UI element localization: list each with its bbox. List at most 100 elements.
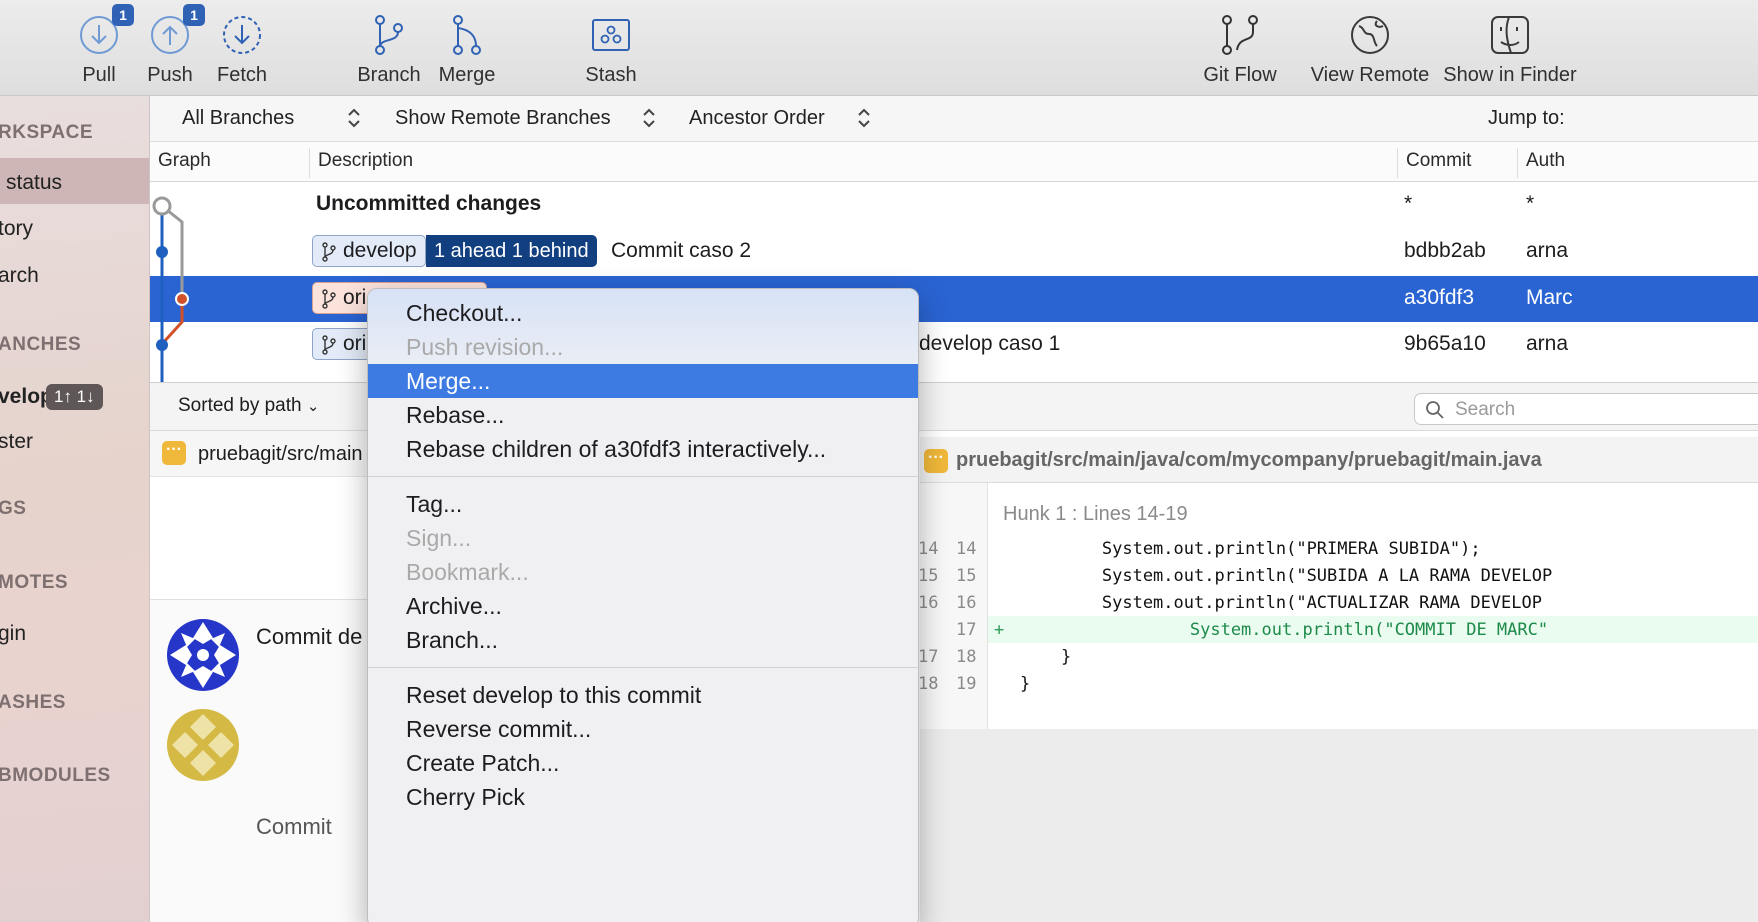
menu-separator	[368, 476, 918, 477]
stash-button[interactable]: Stash	[556, 8, 666, 92]
old-line-number: 14	[918, 539, 939, 559]
avatar	[167, 619, 239, 691]
menu-item-archive[interactable]: Archive...	[368, 589, 918, 623]
remote-branches-select[interactable]: Show Remote Branches	[395, 107, 611, 130]
column-commit[interactable]: Commit	[1406, 150, 1471, 172]
new-line-number: 16	[956, 593, 977, 613]
commit-author: arna	[1526, 239, 1569, 262]
stash-icon	[592, 19, 630, 51]
added-sign: +	[994, 620, 1005, 640]
branch-tag-label: ori	[343, 286, 367, 309]
merge-icon	[453, 15, 481, 55]
menu-item-rebase[interactable]: Rebase...	[368, 398, 918, 432]
commit-hash: bdbb2ab	[1404, 239, 1486, 262]
show-in-finder-button[interactable]: Show in Finder	[1430, 8, 1590, 92]
column-description[interactable]: Description	[318, 150, 413, 172]
commit-description: develop caso 1	[919, 332, 1061, 355]
sidebar-header-submodules: BMODULES	[0, 765, 111, 786]
column-divider	[1397, 148, 1398, 178]
menu-item-branch[interactable]: Branch...	[368, 623, 918, 657]
chevron-down-icon: ⌄	[306, 398, 320, 415]
git-flow-button[interactable]: Git Flow	[1185, 8, 1295, 92]
file-list-item[interactable]: ··· pruebagit/src/main	[150, 431, 380, 477]
menu-item-push-revision: Push revision...	[406, 334, 564, 360]
sort-by-path-select[interactable]: Sorted by path ⌄	[178, 395, 319, 417]
menu-item-create-patch[interactable]: Create Patch...	[368, 746, 918, 780]
search-placeholder: Search	[1455, 399, 1516, 420]
show-in-finder-label: Show in Finder	[1443, 64, 1577, 86]
menu-separator	[368, 667, 918, 668]
merge-button[interactable]: Merge	[412, 8, 522, 92]
new-line-number: 15	[956, 566, 977, 586]
sidebar-header-branches: ANCHES	[0, 334, 82, 355]
branch-icon	[322, 242, 336, 262]
column-author[interactable]: Auth	[1526, 150, 1565, 172]
commit-label: Commit	[256, 814, 332, 839]
code-line: System.out.println("SUBIDA A LA RAMA DEV…	[1020, 566, 1553, 586]
commit-row[interactable]: develop 1 ahead 1 behind Commit caso 2 b…	[150, 229, 1758, 275]
sidebar-header-remotes: MOTES	[0, 572, 69, 593]
diff-file-path: pruebagit/src/main/java/com/mycompany/pr…	[956, 449, 1542, 471]
branch-tag-label: develop	[343, 239, 417, 262]
commit-list-header: Graph Description Commit Auth	[150, 142, 1758, 182]
menu-item-rebase-children[interactable]: Rebase children of a30fdf3 interactively…	[368, 432, 918, 466]
code-line: }	[1020, 647, 1072, 667]
develop-ahead-behind-badge: 1↑ 1↓	[46, 384, 103, 410]
menu-item-bookmark: Bookmark...	[406, 559, 529, 585]
sidebar-item-search[interactable]: arch	[0, 264, 39, 288]
sidebar: RKSPACE status tory arch ANCHES velop 1↑…	[0, 96, 150, 922]
git-flow-icon	[1222, 15, 1258, 55]
order-select[interactable]: Ancestor Order	[689, 107, 825, 130]
jump-to-label[interactable]: Jump to:	[1488, 107, 1565, 130]
commit-description: Uncommitted changes	[316, 192, 542, 215]
code-line: System.out.println("PRIMERA SUBIDA");	[1020, 539, 1481, 559]
fetch-button[interactable]: Fetch	[187, 8, 297, 92]
branch-icon	[322, 289, 336, 309]
sidebar-item-status[interactable]: status	[6, 171, 62, 195]
new-line-number: 18	[956, 647, 977, 667]
branches-filter-select[interactable]: All Branches	[182, 107, 294, 130]
merge-label: Merge	[438, 64, 496, 86]
old-line-number: 17	[918, 647, 939, 667]
diff-view: Hunk 1 : Lines 14-19 14 14 System.out.pr…	[918, 483, 1758, 729]
menu-item-checkout[interactable]: Checkout...	[368, 296, 918, 330]
old-line-number: 15	[918, 566, 939, 586]
commit-details: Commit de Commit	[150, 599, 380, 922]
column-graph[interactable]: Graph	[158, 150, 211, 172]
sidebar-item-develop[interactable]: velop	[0, 385, 53, 409]
sort-label: Sorted by path	[178, 395, 302, 416]
commit-hash: *	[1404, 192, 1413, 215]
file-search-input[interactable]: Search	[1414, 393, 1758, 425]
stash-label: Stash	[585, 64, 637, 86]
code-line-added: System.out.println("COMMIT DE MARC"	[1108, 620, 1549, 640]
branch-tag-develop[interactable]: develop	[312, 235, 426, 267]
commit-row[interactable]: Uncommitted changes * *	[150, 182, 1758, 228]
search-icon	[1426, 401, 1444, 419]
diff-empty-area	[920, 729, 1758, 922]
menu-item-reset[interactable]: Reset develop to this commit	[368, 678, 918, 712]
sidebar-item-master[interactable]: ster	[0, 430, 33, 454]
menu-item-tag[interactable]: Tag...	[368, 487, 918, 521]
sidebar-item-history[interactable]: tory	[0, 217, 33, 241]
branch-icon	[322, 335, 336, 355]
sidebar-item-origin[interactable]: gin	[0, 622, 26, 646]
new-line-number: 19	[956, 674, 977, 694]
menu-item-reverse-commit[interactable]: Reverse commit...	[368, 712, 918, 746]
sidebar-header-workspace: RKSPACE	[0, 122, 93, 143]
code-line: }	[1020, 674, 1031, 694]
commit-graph	[152, 196, 189, 382]
sidebar-header-tags: GS	[0, 498, 27, 519]
sidebar-header-stashes: ASHES	[0, 692, 66, 713]
menu-item-cherry-pick[interactable]: Cherry Pick	[368, 780, 918, 814]
commit-description: Commit caso 2	[611, 239, 752, 262]
ahead-behind-badge: 1 ahead 1 behind	[426, 235, 597, 267]
fetch-label: Fetch	[216, 64, 268, 86]
commit-message: Commit de	[256, 624, 363, 649]
column-divider	[309, 148, 310, 178]
menu-item-merge[interactable]: Merge...	[368, 364, 918, 398]
new-line-number: 17	[956, 620, 977, 640]
chevron-updown-icon	[858, 108, 870, 128]
branch-icon	[375, 15, 403, 55]
branch-tag-label: ori	[343, 332, 367, 355]
chevron-updown-icon	[643, 108, 655, 128]
